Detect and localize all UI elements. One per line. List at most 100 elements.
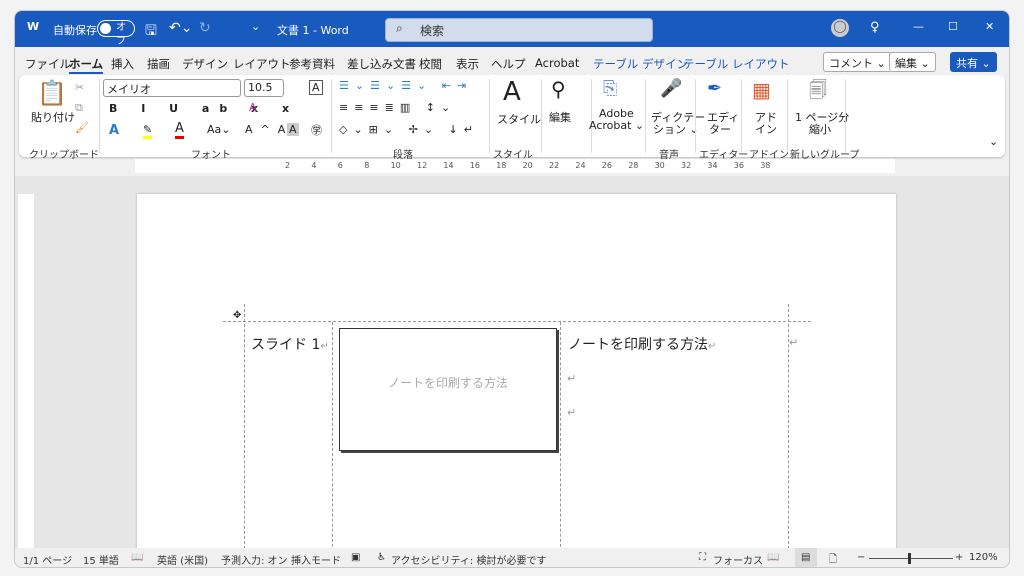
ruler-tick-label: 10: [390, 161, 401, 170]
table-move-handle[interactable]: ✥: [233, 310, 241, 321]
proofing-icon[interactable]: 📖: [131, 552, 143, 563]
microphone-icon[interactable]: 🎤: [660, 78, 682, 99]
ruler-tick-label: 20: [522, 161, 533, 170]
zoom-level[interactable]: 120%: [969, 552, 998, 563]
ruler-tick-label: 14: [443, 161, 454, 170]
paste-icon[interactable]: 📋: [37, 79, 67, 107]
vertical-ruler[interactable]: [18, 194, 34, 548]
minimize-button[interactable]: —: [913, 20, 924, 33]
search-input[interactable]: ⌕ 検索: [385, 18, 653, 42]
list-icons[interactable]: ☰⌄☰⌄☰⌄ ⇤⇥: [339, 79, 472, 92]
ruler-tick-label: 30: [654, 161, 665, 170]
zoom-slider[interactable]: [869, 558, 953, 559]
ruler-tick-label: 2: [285, 161, 291, 170]
lightbulb-icon[interactable]: ♀: [870, 20, 880, 35]
avatar[interactable]: ◯: [831, 19, 849, 37]
acrobat-button[interactable]: Acrobat ⌄: [589, 119, 644, 132]
tab-8[interactable]: 校閲: [419, 56, 442, 72]
autosave-label: 自動保存: [53, 24, 97, 37]
web-layout-icon[interactable]: 🗋: [829, 552, 837, 567]
insert-mode[interactable]: 挿入モード: [291, 552, 341, 567]
tab-12[interactable]: テーブル デザイン: [593, 56, 688, 72]
adobe-icon[interactable]: ⎘: [603, 78, 617, 99]
search-edit-icon[interactable]: ⚲: [551, 77, 566, 101]
redo-icon[interactable]: ↻: [199, 20, 211, 36]
paste-button[interactable]: 貼り付け: [31, 109, 75, 125]
styles-button[interactable]: スタイル: [497, 111, 541, 127]
zoom-out-button[interactable]: −: [857, 552, 865, 563]
tab-7[interactable]: 差し込み文書: [347, 56, 416, 72]
format-buttons[interactable]: B I U ab x x: [109, 102, 299, 115]
share-button[interactable]: 共有 ⌄: [950, 52, 997, 72]
text-prediction[interactable]: 予測入力: オン: [221, 552, 288, 567]
highlight-icon[interactable]: ✎: [143, 123, 153, 139]
undo-icon[interactable]: ↶⌄: [169, 20, 192, 36]
enclose-char-icon[interactable]: ㊫: [311, 122, 322, 138]
styles-icon[interactable]: A: [503, 77, 521, 107]
read-mode-icon[interactable]: 📖: [767, 552, 779, 563]
comment-button[interactable]: コメント ⌄: [823, 52, 892, 72]
cut-icon[interactable]: ✂: [75, 81, 84, 94]
zoom-slider-thumb[interactable]: [908, 553, 911, 564]
tab-10[interactable]: ヘルプ: [491, 56, 526, 72]
font-size-select[interactable]: 10.5: [244, 79, 284, 97]
ruler-tick-label: 32: [681, 161, 692, 170]
ruler-tick-label: 36: [733, 161, 744, 170]
tab-13[interactable]: テーブル レイアウト: [683, 56, 789, 72]
tab-1[interactable]: ホーム: [69, 56, 104, 74]
accessibility-status[interactable]: アクセシビリティ: 検討が必要です: [391, 552, 546, 567]
copy-icon[interactable]: ⧉: [75, 101, 83, 115]
text-effect-icon[interactable]: A: [109, 123, 119, 138]
close-button[interactable]: ✕: [985, 20, 994, 33]
word-count[interactable]: 15 単語: [83, 552, 119, 567]
zoom-in-button[interactable]: +: [955, 552, 963, 563]
ruler-tick-label: 28: [628, 161, 639, 170]
editor-icon[interactable]: ✒: [707, 78, 722, 99]
edit-button[interactable]: 編集 ⌄: [889, 52, 936, 72]
dictate-label: ション ⌄: [653, 123, 699, 136]
table-cell-notes[interactable]: ノートを印刷する方法↵: [568, 334, 716, 354]
tab-9[interactable]: 表示: [456, 56, 479, 72]
change-case-icon[interactable]: Aa⌄: [207, 123, 230, 136]
page-count[interactable]: 1/1 ページ: [23, 552, 72, 567]
ruler-tick-label: 6: [337, 161, 343, 170]
notes-text: ノートを印刷する方法: [568, 337, 708, 353]
tab-2[interactable]: 挿入: [111, 56, 134, 72]
focus-button[interactable]: フォーカス: [713, 552, 763, 567]
ruler-tick-label: 16: [469, 161, 480, 170]
status-bar: 1/1 ページ 15 単語 📖 英語 (米国) 予測入力: オン 挿入モード ▣…: [15, 548, 1009, 567]
tab-6[interactable]: 参考資料: [289, 56, 335, 72]
edit-group-button[interactable]: 編集: [549, 109, 571, 125]
tab-5[interactable]: レイアウト: [233, 56, 291, 72]
save-icon[interactable]: 🖫: [145, 20, 157, 44]
tab-3[interactable]: 描画: [147, 56, 170, 72]
row-end-mark: ↵: [789, 336, 799, 349]
document-title: 文書 1 - Word: [277, 24, 349, 37]
font-color-icon[interactable]: A: [175, 121, 184, 139]
slide-image-placeholder[interactable]: ノートを印刷する方法: [339, 328, 557, 451]
align-icons[interactable]: ≡≡≡≣▥ ↕⌄: [339, 101, 456, 114]
clear-format-icon[interactable]: A: [249, 101, 257, 114]
format-painter-icon[interactable]: 🖌: [75, 121, 89, 134]
addin-icon[interactable]: ▦: [752, 78, 771, 102]
tab-11[interactable]: Acrobat: [535, 56, 579, 70]
tab-4[interactable]: デザイン: [182, 56, 228, 72]
horizontal-ruler[interactable]: 2 4 6 8 10 12 14 16 18 20 22 24 26 28 30 32 34 36 38: [135, 159, 895, 173]
macro-icon[interactable]: ▣: [351, 552, 360, 563]
table-cell-slide[interactable]: スライド 1↵: [251, 334, 329, 354]
customize-icon[interactable]: ⌄: [251, 20, 260, 33]
char-shading-icon[interactable]: A: [287, 123, 299, 136]
shrink-label: 縮小: [809, 123, 831, 136]
word-logo-icon: W: [27, 20, 40, 33]
tab-0[interactable]: ファイル: [25, 56, 71, 72]
maximize-button[interactable]: ☐: [948, 20, 958, 33]
autosave-toggle[interactable]: オフ: [97, 20, 135, 47]
language[interactable]: 英語 (米国): [157, 552, 208, 567]
char-border-icon[interactable]: A: [309, 80, 323, 95]
shading-border-icons[interactable]: ◇⌄⊞⌄ ✢⌄ ↓↵: [339, 123, 479, 136]
collapse-ribbon-icon[interactable]: ⌄: [989, 135, 998, 148]
shrink-page-icon[interactable]: 🗐: [809, 78, 827, 108]
print-layout-icon[interactable]: ▤: [795, 548, 817, 567]
ruler-tick-label: 26: [601, 161, 612, 170]
font-name-select[interactable]: メイリオ: [103, 79, 241, 97]
